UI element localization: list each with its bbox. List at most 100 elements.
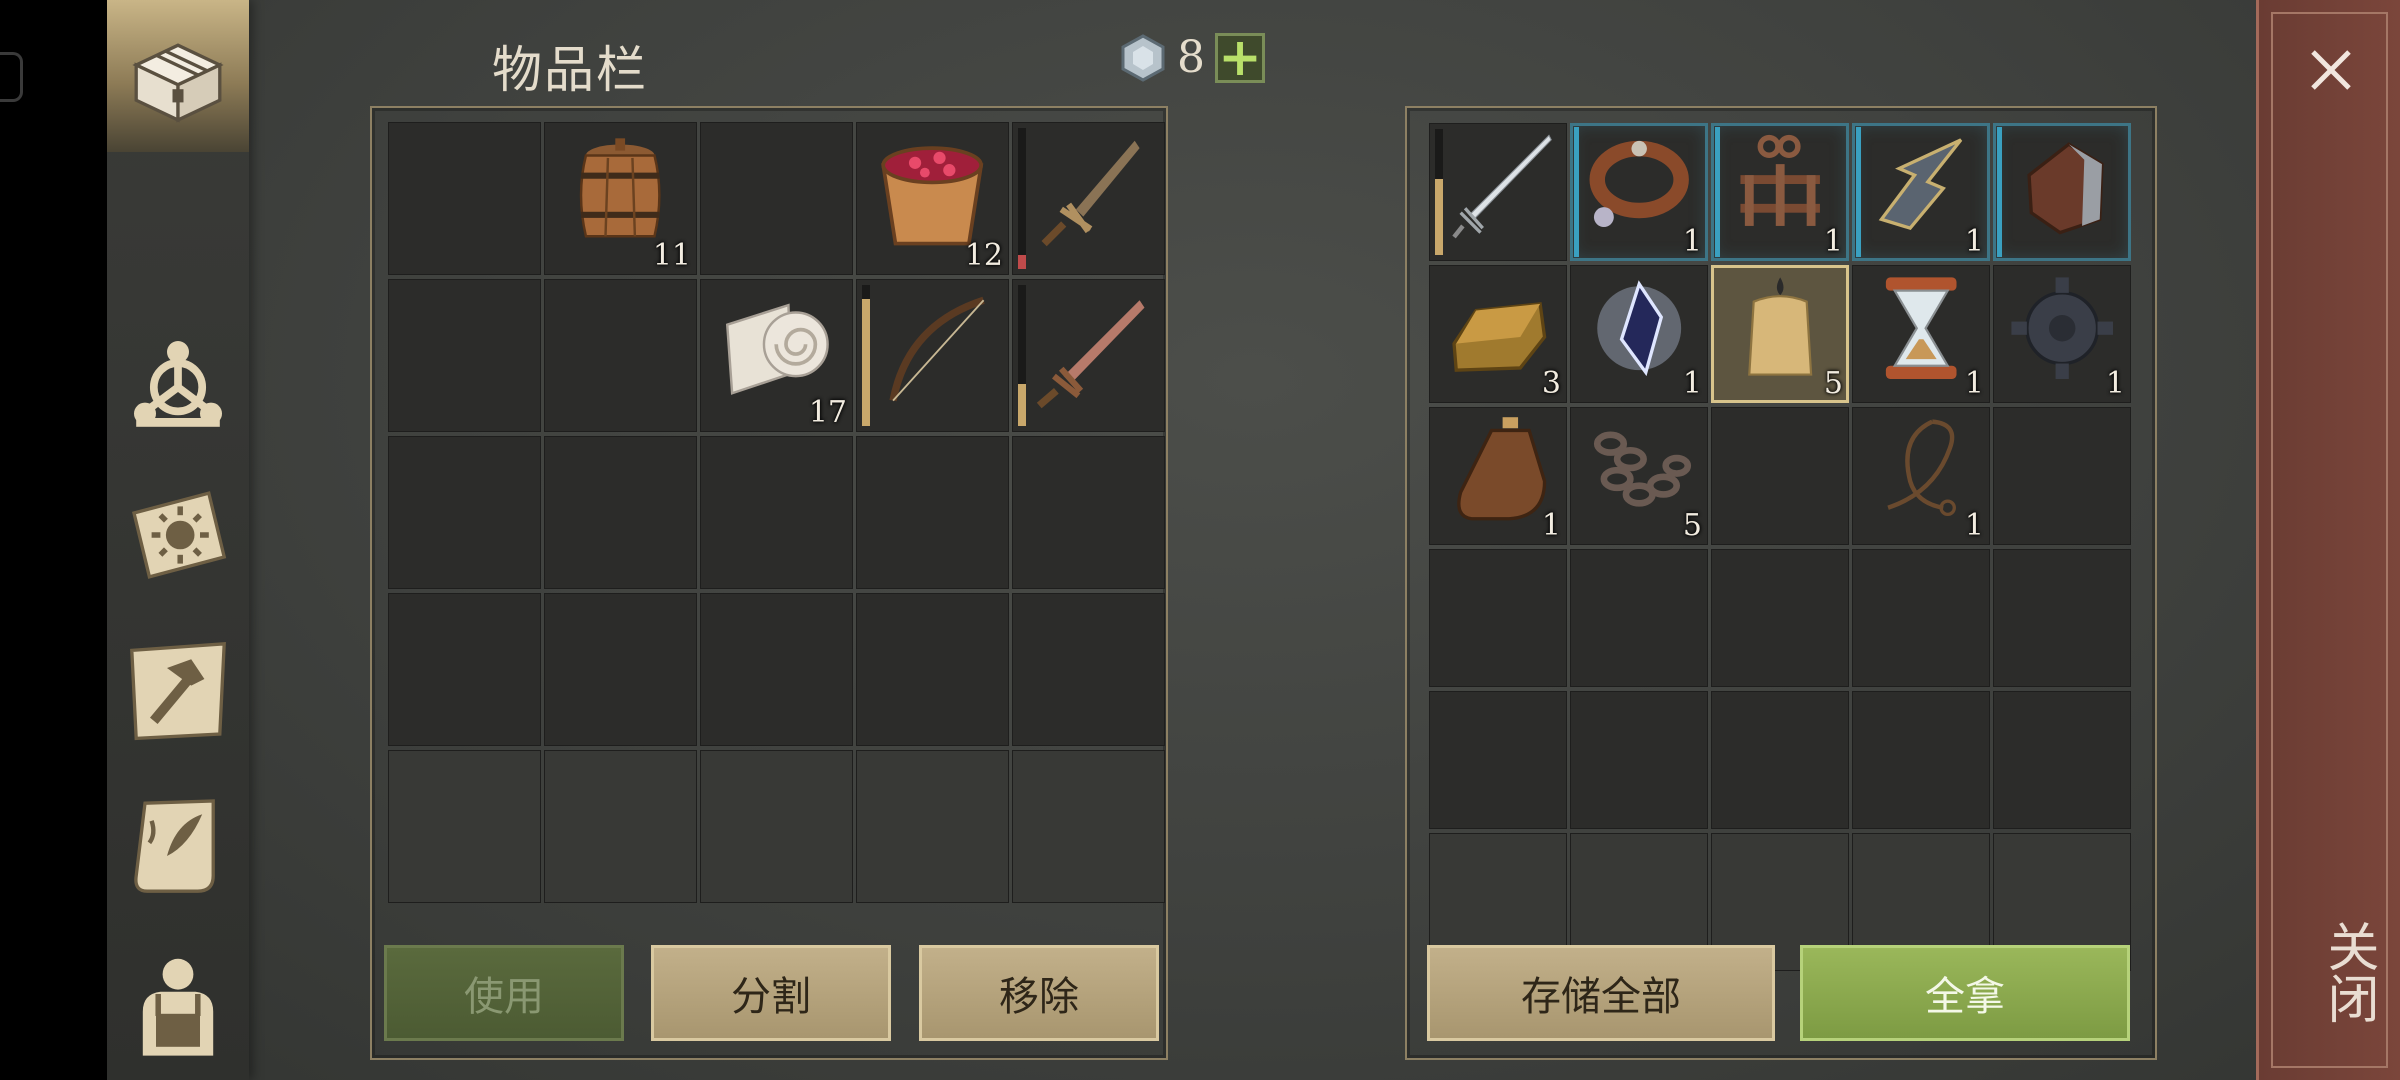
inventory-slot[interactable]: 12 (856, 122, 1009, 275)
container-slot[interactable] (1711, 407, 1849, 545)
container-slot[interactable]: 5 (1711, 265, 1849, 403)
equip-marker (1715, 127, 1720, 257)
crystal-shard-icon (1597, 280, 1681, 377)
candle-icon (1747, 277, 1813, 376)
equip-marker (1997, 127, 2002, 257)
tab-skills[interactable] (107, 310, 249, 460)
close-panel-frame (2271, 12, 2388, 1068)
rope-whip-icon (1887, 419, 1956, 517)
container-slot[interactable] (1993, 407, 2131, 545)
close-label[interactable]: 关闭 (2311, 920, 2386, 1024)
inventory-slot[interactable] (544, 593, 697, 746)
bow-icon (889, 296, 986, 402)
game-screen: 物品栏 8 + 11 12 17 使用 分割 移除 11131511151 存储全部… (0, 0, 2400, 1080)
tab-crafting[interactable] (107, 615, 249, 765)
gem-count: 8 (1177, 32, 1205, 83)
container-slot[interactable]: 1 (1711, 123, 1849, 261)
cloth-roll-icon (726, 303, 830, 396)
tab-inventory[interactable] (107, 0, 249, 152)
copper-sword-icon (1037, 300, 1145, 409)
inventory-slot[interactable] (700, 122, 853, 275)
container-slot[interactable] (1570, 691, 1708, 829)
container-slot[interactable]: 1 (1570, 265, 1708, 403)
tab-character[interactable] (107, 930, 249, 1080)
leather-flask-icon (1457, 417, 1547, 521)
inventory-slot[interactable] (388, 279, 541, 432)
container-slot[interactable]: 1 (1993, 265, 2131, 403)
inventory-title: 物品栏 (492, 41, 648, 99)
durability-fill (1435, 179, 1443, 255)
inventory-slot[interactable] (1012, 122, 1165, 275)
container-slot[interactable] (1570, 549, 1708, 687)
quest-scroll-icon (134, 799, 215, 893)
inventory-slot[interactable] (856, 436, 1009, 589)
inventory-slot[interactable] (700, 750, 853, 903)
container-slot[interactable]: 1 (1852, 123, 1990, 261)
inventory-slot[interactable] (700, 593, 853, 746)
item-quantity: 5 (1682, 508, 1702, 543)
close-panel[interactable]: 关闭 (2256, 0, 2400, 1080)
container-slot[interactable] (1711, 691, 1849, 829)
remove-button[interactable]: 移除 (919, 945, 1159, 1041)
gauntlet-icon (2027, 142, 2104, 235)
inventory-slot[interactable]: 11 (544, 122, 697, 275)
long-sword-icon (1452, 134, 1552, 239)
close-icon[interactable] (2301, 40, 2361, 100)
container-slot[interactable]: 1 (1429, 407, 1567, 545)
tab-journal[interactable] (107, 460, 249, 610)
durability-fill (1018, 254, 1026, 269)
inventory-slot[interactable] (856, 593, 1009, 746)
container-slot[interactable]: 1 (1852, 407, 1990, 545)
inventory-slot[interactable] (544, 436, 697, 589)
container-slot[interactable]: 1 (1570, 123, 1708, 261)
store-all-button[interactable]: 存储全部 (1427, 945, 1775, 1041)
crafting-hammer-icon (130, 642, 226, 741)
inventory-slot[interactable] (388, 436, 541, 589)
gem-counter: 8 + (1119, 31, 1265, 83)
item-quantity: 11 (652, 238, 691, 273)
tab-quests[interactable] (107, 770, 249, 920)
durability-bar (862, 285, 870, 426)
inventory-slot[interactable] (544, 750, 697, 903)
container-slot[interactable] (1852, 691, 1990, 829)
container-slot[interactable]: 5 (1570, 407, 1708, 545)
wooden-barrel-icon (580, 138, 661, 238)
inventory-slot[interactable] (388, 593, 541, 746)
inventory-slot[interactable] (388, 750, 541, 903)
container-slot[interactable] (1429, 549, 1567, 687)
inventory-slot[interactable] (856, 279, 1009, 432)
container-slot[interactable]: 3 (1429, 265, 1567, 403)
durability-fill (862, 299, 870, 426)
container-slot[interactable] (1429, 691, 1567, 829)
durability-bar (1018, 285, 1026, 426)
container-slot[interactable] (1993, 691, 2131, 829)
inventory-slot[interactable] (1012, 279, 1165, 432)
item-quantity: 1 (1682, 366, 1702, 401)
container-slot[interactable] (1429, 123, 1567, 261)
container-slot[interactable] (1852, 549, 1990, 687)
inventory-slot[interactable]: 17 (700, 279, 853, 432)
berry-bucket-icon (881, 146, 984, 246)
sidebar (107, 0, 249, 1080)
take-all-button[interactable]: 全拿 (1800, 945, 2130, 1041)
inventory-slot[interactable] (1012, 436, 1165, 589)
inventory-slot[interactable] (1012, 750, 1165, 903)
inventory-slot[interactable] (388, 122, 541, 275)
item-quantity: 1 (1964, 366, 1984, 401)
container-slot[interactable] (1993, 123, 2131, 261)
container-slot[interactable] (1711, 549, 1849, 687)
shackles-icon (1740, 135, 1820, 227)
inventory-slot[interactable] (1012, 593, 1165, 746)
inventory-slot[interactable] (856, 750, 1009, 903)
inventory-slot[interactable] (544, 279, 697, 432)
container-slot[interactable] (1993, 549, 2131, 687)
item-quantity: 1 (1541, 508, 1561, 543)
inventory-slot[interactable] (700, 436, 853, 589)
add-gems-button[interactable]: + (1215, 31, 1265, 83)
gem-icon (1121, 33, 1165, 82)
durability-bar (1018, 128, 1026, 269)
split-button[interactable]: 分割 (651, 945, 891, 1041)
gear-icon (2011, 277, 2113, 380)
use-button[interactable]: 使用 (384, 945, 624, 1041)
container-slot[interactable]: 1 (1852, 265, 1990, 403)
